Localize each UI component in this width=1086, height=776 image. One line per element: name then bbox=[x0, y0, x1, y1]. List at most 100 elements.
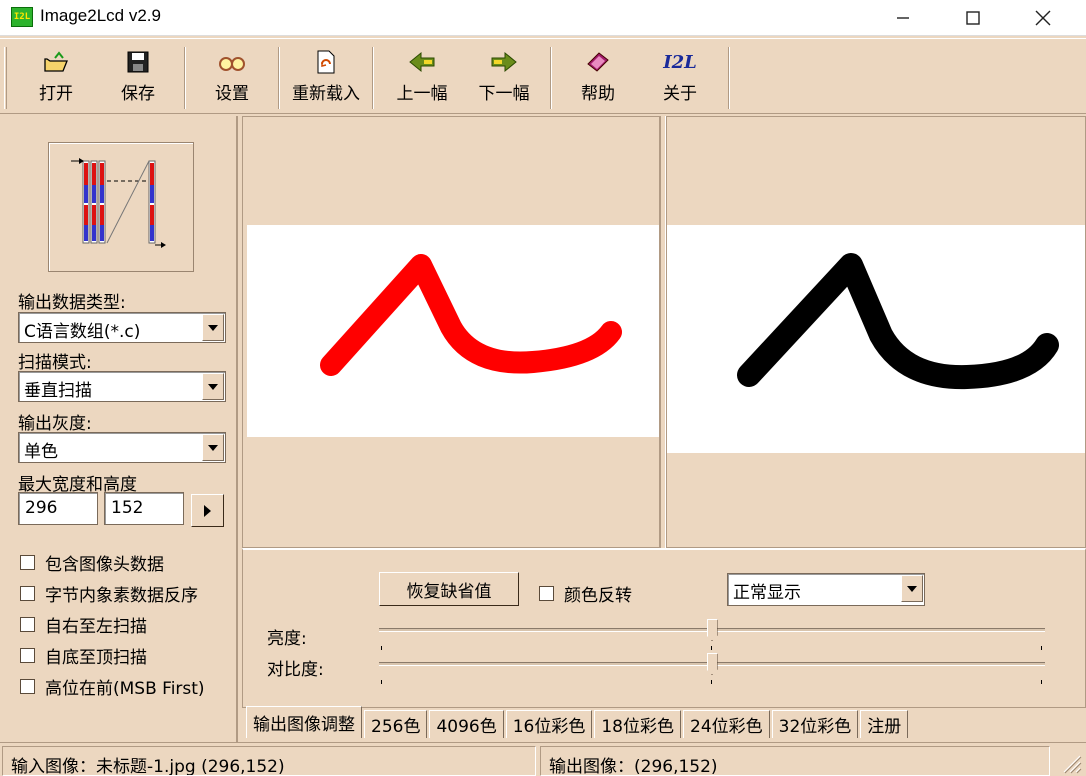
tab-output-adjust[interactable]: 输出图像调整 bbox=[246, 706, 362, 738]
checkbox-box[interactable] bbox=[20, 617, 35, 632]
invert-color-label: 颜色反转 bbox=[564, 586, 632, 606]
settings-label: 设置 bbox=[215, 84, 249, 104]
tab-16bit-color[interactable]: 16位彩色 bbox=[505, 710, 593, 738]
brightness-slider-thumb[interactable] bbox=[706, 619, 718, 641]
toolbar-separator bbox=[550, 47, 552, 109]
gray-level-label: 输出灰度: bbox=[18, 414, 92, 434]
restore-defaults-button[interactable]: 恢复缺省值 bbox=[379, 572, 519, 606]
slider-tick bbox=[381, 646, 382, 650]
checkbox-label: 字节内象素数据反序 bbox=[45, 586, 198, 606]
output-type-value: C语言数组(*.c) bbox=[24, 322, 141, 342]
toolbar: 打开 保存 设置 重新载入 上一幅 下一幅 帮助 I2L 关于 bbox=[0, 38, 1086, 114]
minimize-button[interactable] bbox=[868, 0, 938, 36]
arrow-left-icon bbox=[407, 47, 437, 77]
scan-mode-value: 垂直扫描 bbox=[24, 381, 92, 401]
checkbox-box[interactable] bbox=[20, 679, 35, 694]
toolbar-separator bbox=[728, 47, 730, 109]
output-type-select[interactable]: C语言数组(*.c) bbox=[18, 312, 226, 343]
checkbox-box[interactable] bbox=[20, 555, 35, 570]
save-label: 保存 bbox=[121, 84, 155, 104]
checkbox-label: 自右至左扫描 bbox=[45, 617, 147, 637]
help-label: 帮助 bbox=[581, 84, 615, 104]
tab-register[interactable]: 注册 bbox=[860, 710, 909, 738]
reload-label: 重新载入 bbox=[292, 84, 360, 104]
checkbox-label: 高位在前(MSB First) bbox=[45, 679, 205, 699]
input-image-pane[interactable] bbox=[242, 116, 660, 548]
reverse-byte-checkbox[interactable]: 字节内象素数据反序 bbox=[20, 581, 198, 606]
checkbox-box[interactable] bbox=[20, 648, 35, 663]
close-button[interactable] bbox=[1008, 0, 1078, 36]
scan-mode-select[interactable]: 垂直扫描 bbox=[18, 371, 226, 402]
tab-24bit-color[interactable]: 24位彩色 bbox=[683, 710, 770, 738]
help-book-icon bbox=[583, 47, 613, 77]
display-mode-value: 正常显示 bbox=[733, 583, 801, 603]
msb-first-checkbox[interactable]: 高位在前(MSB First) bbox=[20, 674, 205, 699]
tab-18bit-color[interactable]: 18位彩色 bbox=[594, 710, 681, 738]
checkbox-box[interactable] bbox=[539, 586, 554, 601]
output-type-label: 输出数据类型: bbox=[18, 293, 126, 313]
input-image bbox=[247, 225, 659, 437]
max-height-input[interactable]: 152 bbox=[104, 492, 184, 525]
tab-4096-colors[interactable]: 4096色 bbox=[429, 710, 504, 738]
prev-image-label: 上一幅 bbox=[396, 84, 448, 104]
next-image-button[interactable]: 下一幅 bbox=[474, 47, 534, 109]
include-header-checkbox[interactable]: 包含图像头数据 bbox=[20, 550, 164, 575]
chevron-down-icon[interactable] bbox=[202, 373, 224, 400]
image-preview-area bbox=[240, 116, 1086, 548]
toolbar-grip bbox=[4, 47, 7, 109]
floppy-disk-icon bbox=[123, 47, 153, 77]
about-button[interactable]: I2L 关于 bbox=[656, 47, 704, 109]
help-button[interactable]: 帮助 bbox=[574, 47, 622, 109]
reload-document-icon bbox=[311, 47, 341, 77]
checkbox-label: 自底至顶扫描 bbox=[45, 648, 147, 668]
toolbar-separator bbox=[184, 47, 186, 109]
resize-grip-icon[interactable] bbox=[1058, 750, 1082, 774]
gray-level-select[interactable]: 单色 bbox=[18, 432, 226, 463]
save-button[interactable]: 保存 bbox=[112, 47, 164, 109]
right-to-left-checkbox[interactable]: 自右至左扫描 bbox=[20, 612, 147, 637]
display-mode-select[interactable]: 正常显示 bbox=[727, 573, 925, 606]
toolbar-separator bbox=[278, 47, 280, 109]
reload-button[interactable]: 重新载入 bbox=[288, 47, 364, 109]
chevron-down-icon[interactable] bbox=[901, 575, 923, 602]
apply-size-button[interactable] bbox=[191, 494, 224, 527]
glasses-icon bbox=[217, 47, 247, 77]
settings-button[interactable]: 设置 bbox=[206, 47, 258, 109]
output-image-pane[interactable] bbox=[666, 116, 1086, 548]
tab-32bit-color[interactable]: 32位彩色 bbox=[771, 710, 859, 738]
about-logo-icon: I2L bbox=[663, 51, 697, 73]
tab-256-colors[interactable]: 256色 bbox=[364, 710, 428, 738]
slider-tick bbox=[381, 680, 382, 684]
scan-mode-label: 扫描模式: bbox=[18, 353, 92, 373]
maximize-icon bbox=[966, 11, 980, 25]
open-label: 打开 bbox=[39, 84, 73, 104]
app-icon: I2L bbox=[11, 7, 33, 27]
tab-strip: 输出图像调整 256色 4096色 16位彩色 18位彩色 24位彩色 32位彩… bbox=[246, 706, 910, 738]
title-bar: I2L Image2Lcd v2.9 bbox=[0, 0, 1086, 36]
open-button[interactable]: 打开 bbox=[30, 47, 82, 109]
contrast-slider-thumb[interactable] bbox=[706, 653, 718, 675]
invert-color-checkbox[interactable]: 颜色反转 bbox=[539, 581, 632, 606]
minimize-icon bbox=[897, 17, 909, 19]
prev-image-button[interactable]: 上一幅 bbox=[392, 47, 452, 109]
output-image bbox=[667, 225, 1085, 453]
window-title: Image2Lcd v2.9 bbox=[40, 6, 161, 25]
chevron-down-icon[interactable] bbox=[202, 434, 224, 461]
play-icon bbox=[204, 504, 211, 517]
close-icon bbox=[1035, 10, 1051, 26]
status-bar: 输入图像：未标题-1.jpg (296,152) 输出图像：(296,152) bbox=[0, 742, 1086, 776]
settings-panel: 输出数据类型: C语言数组(*.c) 扫描模式: 垂直扫描 输出灰度: 单色 最… bbox=[0, 116, 238, 742]
vertical-scan-diagram-icon bbox=[71, 158, 166, 248]
slider-tick bbox=[1041, 680, 1042, 684]
about-label: 关于 bbox=[663, 84, 697, 104]
max-width-input[interactable]: 296 bbox=[18, 492, 98, 525]
output-image-status: 输出图像：(296,152) bbox=[540, 746, 1050, 776]
chevron-down-icon[interactable] bbox=[202, 314, 224, 341]
maximize-button[interactable] bbox=[938, 0, 1008, 36]
bottom-to-top-checkbox[interactable]: 自底至顶扫描 bbox=[20, 643, 147, 668]
input-image-status: 输入图像：未标题-1.jpg (296,152) bbox=[2, 746, 536, 776]
scan-mode-preview bbox=[48, 142, 194, 272]
brightness-label: 亮度: bbox=[267, 629, 307, 649]
slider-tick bbox=[711, 680, 712, 684]
checkbox-box[interactable] bbox=[20, 586, 35, 601]
